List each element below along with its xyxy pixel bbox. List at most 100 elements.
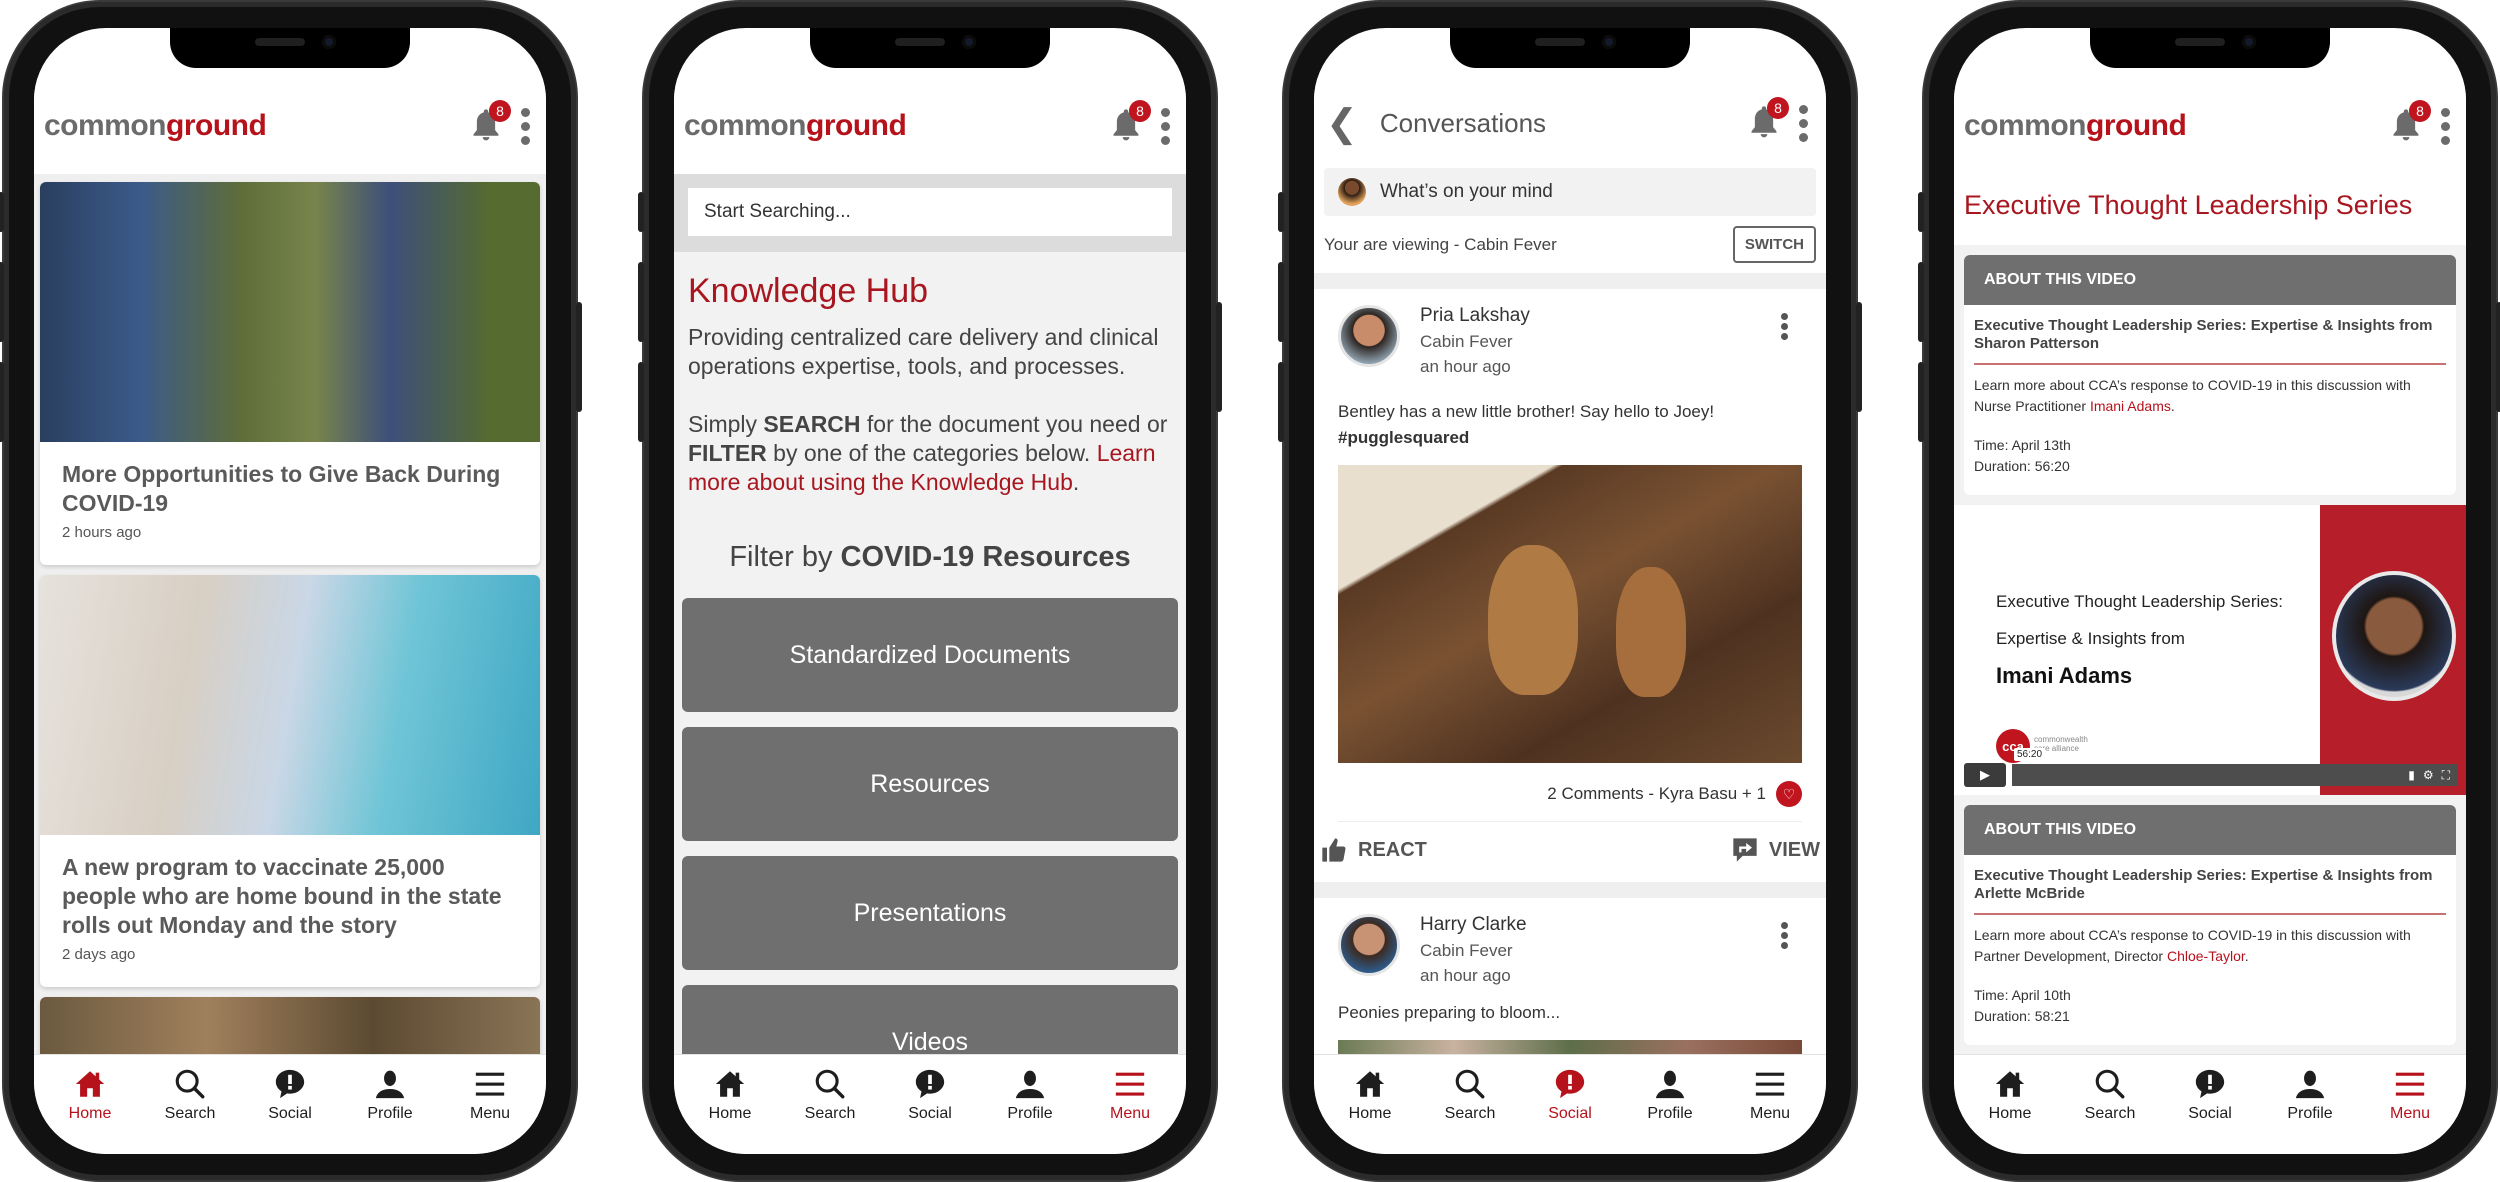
news-card[interactable]: More Opportunities to Give Back During C…: [40, 182, 540, 565]
conversations-header: ❮ Conversations 8: [1314, 78, 1826, 168]
more-options-icon[interactable]: [2441, 107, 2450, 145]
more-options-icon[interactable]: [1799, 104, 1808, 142]
nav-item-social[interactable]: Social: [245, 1067, 335, 1154]
nav-item-menu[interactable]: Menu: [1085, 1067, 1175, 1154]
nav-item-search[interactable]: Search: [2065, 1067, 2155, 1154]
more-options-icon[interactable]: [521, 107, 530, 145]
notifications-button[interactable]: 8: [2389, 100, 2431, 144]
post-image[interactable]: [1338, 1040, 1802, 1054]
bottom-nav: Home Search Social Profile Menu: [34, 1054, 546, 1154]
volume-icon[interactable]: ▮: [2408, 768, 2415, 783]
comment-arrow-icon: [1733, 838, 1757, 862]
view-button[interactable]: VIEW: [1731, 836, 1820, 864]
nav-item-home[interactable]: Home: [685, 1067, 775, 1154]
nav-item-profile[interactable]: Profile: [1625, 1067, 1715, 1154]
category-standardized-documents-button[interactable]: Standardized Documents: [682, 598, 1178, 712]
commonground-logo[interactable]: commonground: [684, 109, 907, 143]
video-title: Executive Thought Leadership Series: Exp…: [1974, 867, 2446, 915]
category-videos-button[interactable]: Videos: [682, 985, 1178, 1054]
app-header: commonground 8: [34, 78, 546, 174]
nav-item-search[interactable]: Search: [1425, 1067, 1515, 1154]
speaker-link[interactable]: Imani Adams: [2090, 398, 2171, 414]
category-presentations-button[interactable]: Presentations: [682, 856, 1178, 970]
nav-label: Profile: [2287, 1105, 2333, 1122]
nav-item-profile[interactable]: Profile: [985, 1067, 1075, 1154]
nav-item-menu[interactable]: Menu: [2365, 1067, 2455, 1154]
switch-group-button[interactable]: SWITCH: [1732, 226, 1816, 263]
phone-knowledge-hub: commonground 8 Knowledge Hub Providing c…: [638, 2, 1222, 1180]
category-resources-button[interactable]: Resources: [682, 727, 1178, 841]
news-time: 2 days ago: [62, 946, 136, 963]
notification-badge: 8: [1129, 100, 1151, 122]
nav-label: Search: [164, 1105, 216, 1122]
search-icon: [175, 1069, 205, 1099]
phone-conversations: ❮ Conversations 8 What’s on your mind Yo…: [1278, 2, 1862, 1180]
nav-item-social[interactable]: Social: [1525, 1067, 1615, 1154]
post-image[interactable]: [1338, 465, 1802, 763]
commonground-logo[interactable]: commonground: [1964, 109, 2187, 143]
notifications-button[interactable]: 8: [469, 100, 511, 144]
post-author[interactable]: Harry Clarke: [1420, 914, 1527, 936]
user-avatar: [1338, 178, 1366, 206]
nav-label: Search: [804, 1105, 856, 1122]
speech-bubble-alert-icon: [275, 1069, 305, 1099]
nav-item-social[interactable]: Social: [2165, 1067, 2255, 1154]
nav-item-home[interactable]: Home: [45, 1067, 135, 1154]
app-header: commonground 8: [1954, 78, 2466, 174]
nav-item-profile[interactable]: Profile: [345, 1067, 435, 1154]
post-composer[interactable]: What’s on your mind: [1324, 168, 1816, 216]
speaker-link[interactable]: Chloe-Taylor: [2167, 948, 2245, 964]
nav-item-search[interactable]: Search: [145, 1067, 235, 1154]
search-input[interactable]: [688, 188, 1172, 236]
commonground-logo[interactable]: commonground: [44, 109, 267, 143]
nav-item-social[interactable]: Social: [885, 1067, 975, 1154]
back-chevron-icon[interactable]: ❮: [1326, 101, 1358, 146]
notifications-button[interactable]: 8: [1747, 97, 1789, 141]
video-player[interactable]: Executive Thought Leadership Series: Exp…: [1954, 505, 2466, 795]
avatar[interactable]: [1338, 305, 1400, 367]
nav-label: Home: [1988, 1105, 2032, 1122]
video-description: Learn more about CCA’s response to COVID…: [1974, 377, 2411, 414]
post-options-icon[interactable]: [1781, 922, 1788, 949]
person-icon: [1655, 1070, 1685, 1099]
hamburger-menu-icon: [1755, 1072, 1785, 1096]
home-icon: [75, 1071, 105, 1097]
news-title: A new program to vaccinate 25,000 people…: [62, 854, 502, 938]
react-button[interactable]: REACT: [1320, 836, 1427, 864]
play-icon[interactable]: ▶: [1964, 763, 2006, 787]
phone-video-series: commonground 8 Executive Thought Leaders…: [1918, 2, 2500, 1180]
notification-badge: 8: [1767, 97, 1789, 119]
more-options-icon[interactable]: [1161, 107, 1170, 145]
hashtag[interactable]: #pugglesquared: [1338, 425, 1802, 451]
screen-knowledge-hub: commonground 8 Knowledge Hub Providing c…: [674, 28, 1186, 1154]
thumbs-up-icon: [1322, 838, 1346, 862]
news-card[interactable]: A new program to vaccinate 25,000 people…: [40, 575, 540, 987]
news-feed: More Opportunities to Give Back During C…: [34, 174, 546, 1054]
notifications-button[interactable]: 8: [1109, 100, 1151, 144]
hamburger-menu-icon: [2395, 1072, 2425, 1096]
nav-item-search[interactable]: Search: [785, 1067, 875, 1154]
fullscreen-icon[interactable]: ⛶: [2442, 768, 2450, 783]
heart-icon[interactable]: ♡: [1776, 781, 1802, 807]
nav-label: Home: [1348, 1105, 1392, 1122]
home-icon: [1355, 1071, 1385, 1097]
video-description: Learn more about CCA’s response to COVID…: [1974, 927, 2411, 964]
post-options-icon[interactable]: [1781, 313, 1788, 340]
notification-badge: 8: [489, 100, 511, 122]
nav-item-menu[interactable]: Menu: [445, 1067, 535, 1154]
settings-gear-icon[interactable]: ⚙: [2423, 768, 2434, 783]
avatar[interactable]: [1338, 914, 1400, 976]
news-card[interactable]: [40, 997, 540, 1054]
knowledge-hub-content: Knowledge Hub Providing centralized care…: [674, 174, 1186, 1054]
video-info-card: ABOUT THIS VIDEO Executive Thought Leade…: [1964, 805, 2456, 1045]
bottom-nav: Home Search Social Profile Menu: [1314, 1054, 1826, 1154]
nav-item-profile[interactable]: Profile: [2265, 1067, 2355, 1154]
nav-item-home[interactable]: Home: [1325, 1067, 1415, 1154]
nav-item-menu[interactable]: Menu: [1725, 1067, 1815, 1154]
notch: [170, 28, 410, 68]
post-author[interactable]: Pria Lakshay: [1420, 305, 1530, 327]
post-comments-summary[interactable]: 2 Comments - Kyra Basu + 1: [1547, 784, 1766, 804]
nav-item-home[interactable]: Home: [1965, 1067, 2055, 1154]
video-scrubber[interactable]: 56:20 ▮ ⚙ ⛶: [2012, 748, 2458, 786]
filter-heading: Filter by COVID-19 Resources: [729, 541, 1131, 573]
